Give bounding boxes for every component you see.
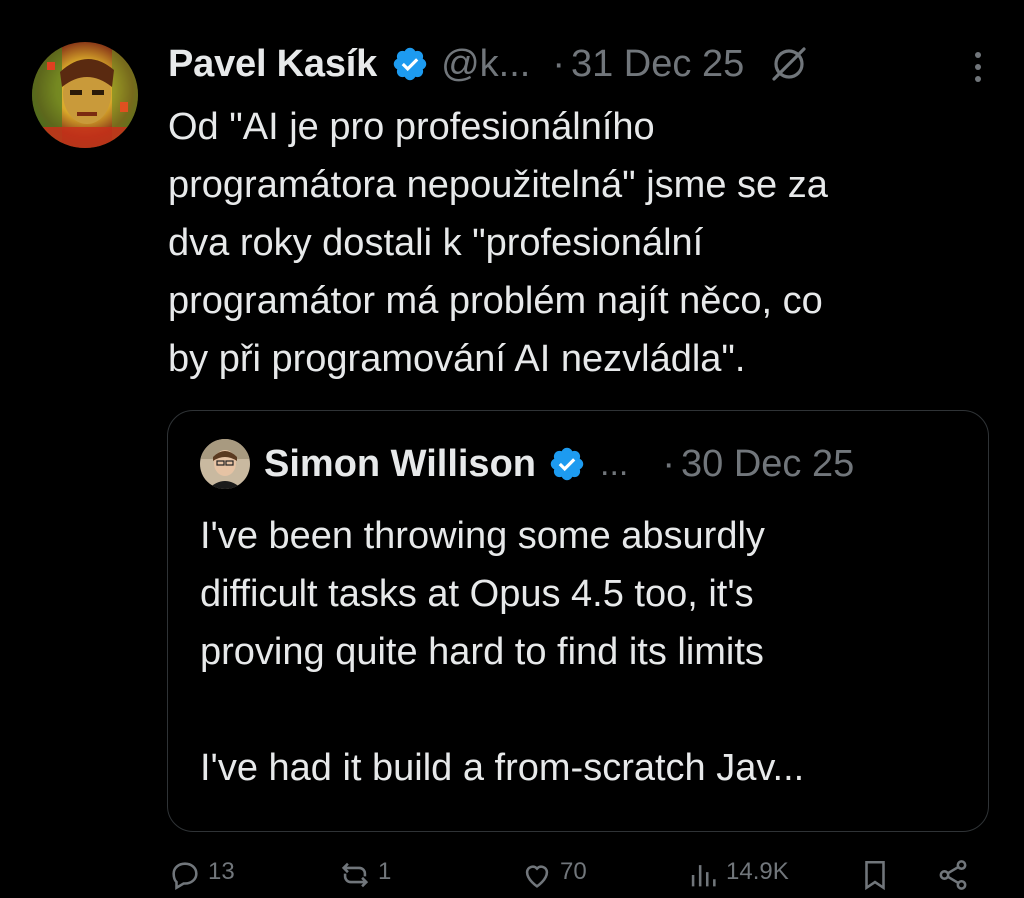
tweet-action-bar: 13 1 70 14.9K xyxy=(168,858,998,898)
repost-icon xyxy=(341,862,369,888)
reply-button[interactable]: 13 xyxy=(168,858,235,892)
quoted-text-line: difficult tasks at Opus 4.5 too, it's xyxy=(200,573,754,615)
like-button[interactable]: 70 xyxy=(520,858,587,892)
author-avatar[interactable] xyxy=(32,42,138,148)
repost-count: 1 xyxy=(378,858,392,885)
tweet-text-line: by při programování AI nezvládla". xyxy=(168,338,746,380)
views-button[interactable]: 14.9K xyxy=(686,858,789,892)
verified-badge-icon xyxy=(393,47,427,81)
tweet[interactable]: Pavel Kasík @k... · 31 Dec 25 Od "AI je … xyxy=(0,0,1024,891)
tweet-text-line: dva roky dostali k "profesionální xyxy=(168,222,704,264)
tweet-text-line: programátor má problém najít něco, co xyxy=(168,280,823,322)
bookmark-icon xyxy=(865,860,885,891)
tweet-text-line: programátora nepoužitelná" jsme se za xyxy=(168,164,828,206)
share-icon xyxy=(939,860,967,890)
quoted-tweet-timestamp: 30 Dec 25 xyxy=(681,442,855,485)
more-options-icon[interactable] xyxy=(972,50,984,84)
quoted-handle-ellipsis: ... xyxy=(600,444,629,483)
share-button[interactable] xyxy=(936,858,976,892)
quoted-text-line: I've had it build a from-scratch Jav... xyxy=(200,747,805,789)
quoted-text-line: proving quite hard to find its limits xyxy=(200,631,764,673)
quoted-text-line: I've been throwing some absurdly xyxy=(200,515,765,557)
tweet-text: Od "AI je pro profesionálního programáto… xyxy=(168,98,998,388)
heart-icon xyxy=(525,865,549,888)
author-handle[interactable]: @k... xyxy=(441,43,530,86)
views-icon xyxy=(691,865,716,887)
quoted-author-avatar xyxy=(200,439,250,489)
reply-count: 13 xyxy=(208,858,235,885)
grok-icon[interactable] xyxy=(768,43,810,85)
quoted-tweet-header: Simon Willison ... · 30 Dec 25 xyxy=(264,435,958,493)
quoted-author-display-name: Simon Willison xyxy=(264,442,536,485)
author-display-name[interactable]: Pavel Kasík xyxy=(168,43,377,86)
separator-dot: · xyxy=(662,442,675,485)
repost-button[interactable]: 1 xyxy=(338,858,391,892)
tweet-header: Pavel Kasík @k... · 31 Dec 25 xyxy=(168,36,1004,92)
verified-badge-icon xyxy=(550,447,584,481)
separator-dot: · xyxy=(552,42,565,85)
tweet-text-line: Od "AI je pro profesionálního xyxy=(168,106,655,148)
quoted-tweet-text: I've been throwing some absurdly difficu… xyxy=(200,507,970,797)
like-count: 70 xyxy=(560,858,587,885)
tweet-timestamp[interactable]: 31 Dec 25 xyxy=(571,43,744,86)
quoted-tweet-card[interactable]: Simon Willison ... · 30 Dec 25 I've been… xyxy=(167,410,989,832)
bookmark-button[interactable] xyxy=(858,858,898,892)
reply-icon xyxy=(172,862,198,891)
view-count: 14.9K xyxy=(726,858,789,885)
